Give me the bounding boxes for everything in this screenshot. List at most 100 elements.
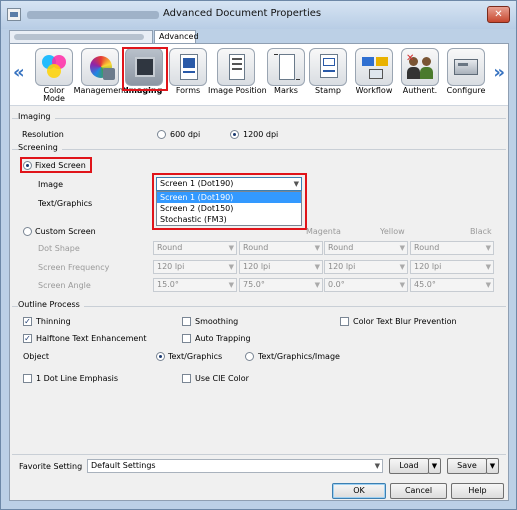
object-label: Object [23,352,50,361]
outline-process-section [12,306,506,307]
favorite-setting-value: Default Settings [91,461,156,470]
angle-magenta-value: 75.0° [243,280,265,289]
dialog-content: « » Color Mode Management Imaging Forms … [9,43,509,501]
custom-screen-radio[interactable] [23,227,32,236]
angle-yellow-dropdown[interactable]: 0.0° ▼ [324,278,408,292]
chevron-down-icon: ▼ [228,281,234,289]
scroll-left-arrow[interactable]: « [13,62,25,83]
frequency-black-value: 120 lpi [414,262,442,271]
color-text-blur-label: Color Text Blur Prevention [353,317,457,326]
halftone-text-checkbox[interactable]: ✓ [23,334,32,343]
favorite-setting-label: Favorite Setting [19,462,83,471]
tab-obscured-label [14,34,144,40]
dot-shape-yellow-dropdown[interactable]: Round ▼ [324,241,408,255]
nav-item-image-position[interactable]: Image Position [208,48,267,104]
nav-label-image-position: Image Position [208,86,267,95]
frequency-yellow-value: 120 lpi [328,262,356,271]
workflow-icon [355,48,393,86]
title-obscured-text [27,11,159,19]
imaging-section [12,118,506,119]
angle-black-value: 45.0° [414,280,436,289]
angle-yellow-value: 0.0° [328,280,345,289]
chevron-down-icon: ▼ [485,244,491,252]
angle-magenta-dropdown[interactable]: 75.0° ▼ [239,278,323,292]
feature-nav-strip: « » Color Mode Management Imaging Forms … [10,44,508,106]
thinning-checkbox[interactable]: ✓ [23,317,32,326]
chevron-down-icon: ▼ [228,244,234,252]
frequency-cyan-dropdown[interactable]: 120 lpi ▼ [153,260,237,274]
dot-shape-yellow-value: Round [328,243,354,252]
frequency-yellow-dropdown[interactable]: 120 lpi ▼ [324,260,408,274]
resolution-1200-radio[interactable] [230,130,239,139]
close-button[interactable]: ✕ [487,6,510,23]
stamp-icon [309,48,347,86]
frequency-black-dropdown[interactable]: 120 lpi ▼ [410,260,494,274]
authentication-icon: ✕ [401,48,439,86]
dialog-window: Advanced Document Properties ✕ Advanced … [0,0,517,510]
object-text-graphics-label: Text/Graphics [168,352,223,361]
load-button[interactable]: Load [389,458,429,474]
object-text-graphics-image-radio[interactable] [245,352,254,361]
title-bar[interactable]: Advanced Document Properties ✕ [1,1,516,29]
forms-icon [169,48,207,86]
thinning-label: Thinning [36,317,71,326]
printer-app-icon [7,8,21,21]
resolution-600-label: 600 dpi [170,130,201,139]
angle-cyan-dropdown[interactable]: 15.0° ▼ [153,278,237,292]
ok-button[interactable]: OK [332,483,386,499]
auto-trapping-label: Auto Trapping [195,334,251,343]
frequency-magenta-value: 120 lpi [243,262,271,271]
imaging-section-title: Imaging [18,112,55,121]
load-menu-button[interactable]: ▼ [428,458,441,474]
dot-shape-magenta-dropdown[interactable]: Round ▼ [239,241,323,255]
custom-screen-label: Custom Screen [35,227,96,236]
chevron-down-icon: ▼ [314,244,320,252]
chevron-down-icon: ▼ [399,244,405,252]
dropdown-highlight-box [152,173,307,230]
save-button[interactable]: Save [447,458,487,474]
halftone-text-label: Halftone Text Enhancement [36,334,147,343]
dot-shape-label: Dot Shape [38,244,80,253]
resolution-1200-label: 1200 dpi [243,130,279,139]
dot-shape-black-dropdown[interactable]: Round ▼ [410,241,494,255]
smoothing-checkbox[interactable] [182,317,191,326]
dot-shape-cyan-value: Round [157,243,183,252]
help-button[interactable]: Help [451,483,504,499]
one-dot-line-checkbox[interactable] [23,374,32,383]
window-title: Advanced Document Properties [163,8,322,19]
screen-angle-label: Screen Angle [38,281,91,290]
outline-process-title: Outline Process [18,300,84,309]
nav-item-configure[interactable]: Configure [438,48,494,104]
auto-trapping-checkbox[interactable] [182,334,191,343]
resolution-label: Resolution [22,130,64,139]
favorite-setting-dropdown[interactable]: Default Settings ▼ [87,459,383,473]
chevron-down-icon: ▼ [485,263,491,271]
tab-general[interactable] [9,30,153,44]
dot-shape-black-value: Round [414,243,440,252]
screen-frequency-label: Screen Frequency [38,263,110,272]
scroll-right-arrow[interactable]: » [493,62,505,83]
dot-shape-cyan-dropdown[interactable]: Round ▼ [153,241,237,255]
footer-divider [12,454,506,455]
object-text-graphics-radio[interactable] [156,352,165,361]
chevron-down-icon: ▼ [399,263,405,271]
save-menu-button[interactable]: ▼ [486,458,499,474]
chevron-down-icon: ▼ [314,281,320,289]
column-yellow: Yellow [380,227,405,236]
fixed-screen-highlight-box [20,157,92,173]
imaging-highlight-box [122,47,168,91]
dot-shape-magenta-value: Round [243,243,269,252]
nav-label-configure: Configure [446,86,486,95]
color-mode-icon [35,48,73,86]
screening-section-title: Screening [18,143,62,152]
resolution-600-radio[interactable] [157,130,166,139]
chevron-down-icon: ▼ [374,462,380,470]
image-label: Image [38,180,64,189]
screening-section [12,149,506,150]
color-text-blur-checkbox[interactable] [340,317,349,326]
cancel-button[interactable]: Cancel [390,483,447,499]
use-cie-color-checkbox[interactable] [182,374,191,383]
text-graphics-label: Text/Graphics [38,199,93,208]
frequency-magenta-dropdown[interactable]: 120 lpi ▼ [239,260,323,274]
angle-black-dropdown[interactable]: 45.0° ▼ [410,278,494,292]
